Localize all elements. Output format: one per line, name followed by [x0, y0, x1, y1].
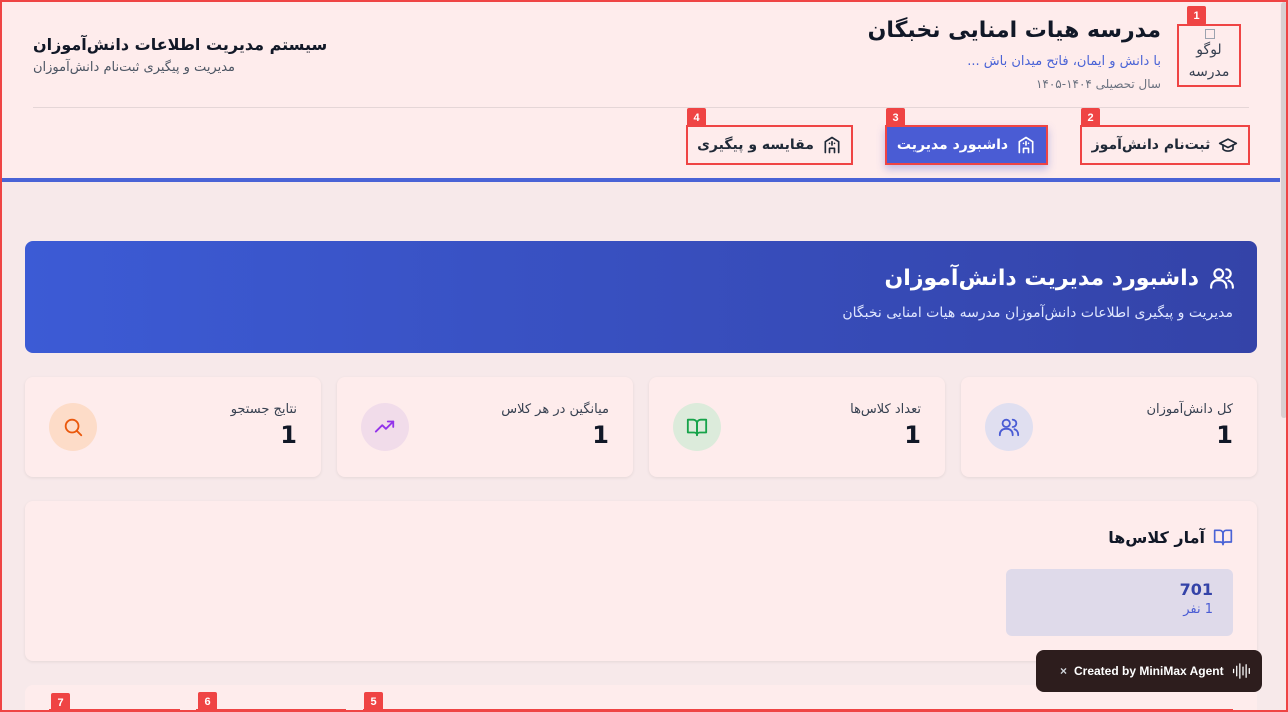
nav-register-label: ثبت‌نام دانش‌آموز	[1091, 137, 1211, 153]
system-title: سیستم مدیریت اطلاعات دانش‌آموزان	[33, 35, 328, 54]
badge-text: Created by MiniMax Agent	[1074, 664, 1224, 678]
school-name: مدرسه هیات امنایی نخبگان	[867, 18, 1161, 43]
users-icon	[998, 418, 1020, 437]
stat-value: 1	[1216, 421, 1233, 449]
logo-alt-text: لوگو مدرسه	[1188, 42, 1230, 80]
marker-5: 5	[364, 692, 383, 711]
banner-title: داشبورد مدیریت دانش‌آموزان	[885, 265, 1235, 291]
school-logo: لوگو مدرسه	[1177, 24, 1241, 87]
stat-value: 1	[280, 421, 297, 449]
nav-register-button[interactable]: ثبت‌نام دانش‌آموز	[1080, 125, 1250, 165]
stat-label: میانگین در هر کلاس	[501, 402, 609, 417]
school-motto: با دانش و ایمان، فاتح میدان باش ...	[967, 54, 1161, 69]
stat-card-class-count: تعداد کلاس‌ها 1	[649, 377, 945, 477]
header-divider	[33, 107, 1249, 108]
stat-icon-wrap	[49, 403, 97, 451]
stat-card-average-per-class: میانگین در هر کلاس 1	[337, 377, 633, 477]
dashboard-banner: داشبورد مدیریت دانش‌آموزان مدیریت و پیگی…	[25, 241, 1257, 353]
marker-1: 1	[1187, 6, 1206, 25]
academic-year: سال تحصیلی ۱۴۰۴-۱۴۰۵	[1035, 77, 1161, 91]
school-building-icon	[824, 136, 840, 154]
book-open-icon	[686, 418, 708, 437]
class-stats-title-text: آمار کلاس‌ها	[1108, 527, 1205, 547]
close-icon[interactable]: ×	[1060, 664, 1067, 678]
class-chip[interactable]: 701 1 نفر	[1006, 569, 1233, 636]
class-number: 701	[1179, 580, 1213, 599]
scrollbar[interactable]	[1281, 2, 1287, 418]
stat-card-search-results: نتایج جستجو 1	[25, 377, 321, 477]
stat-value: 1	[904, 421, 921, 449]
users-icon	[1210, 268, 1234, 289]
stat-label: نتایج جستجو	[230, 402, 297, 417]
stat-label: تعداد کلاس‌ها	[850, 402, 921, 417]
banner-title-text: داشبورد مدیریت دانش‌آموزان	[884, 265, 1199, 291]
search-icon	[64, 418, 83, 437]
stat-card-total-students: کل دانش‌آموزان 1	[961, 377, 1257, 477]
graduation-cap-icon	[1219, 138, 1238, 152]
broken-image-icon	[1205, 29, 1215, 39]
school-building-icon	[1018, 136, 1034, 154]
marker-2: 2	[1081, 108, 1100, 127]
header: لوگو مدرسه مدرسه هیات امنایی نخبگان با د…	[2, 2, 1280, 182]
stat-icon-wrap	[673, 403, 721, 451]
marker-4: 4	[687, 108, 706, 127]
system-subtitle: مدیریت و پیگیری ثبت‌نام دانش‌آموزان	[33, 60, 236, 75]
class-student-count: 1 نفر	[1183, 602, 1213, 617]
stat-value: 1	[592, 421, 609, 449]
marker-6: 6	[198, 692, 217, 711]
marker-7: 7	[51, 693, 70, 712]
trending-up-icon	[374, 420, 395, 433]
book-open-icon	[1213, 529, 1233, 546]
nav-compare-button[interactable]: مقایسه و پیگیری	[686, 125, 853, 165]
stat-icon-wrap	[361, 403, 409, 451]
nav-dashboard-button[interactable]: داشبورد مدیریت	[885, 125, 1048, 165]
stat-label: کل دانش‌آموزان	[1146, 402, 1234, 417]
nav-compare-label: مقایسه و پیگیری	[697, 137, 814, 153]
nav-dashboard-label: داشبورد مدیریت	[896, 137, 1009, 153]
marker-3: 3	[886, 108, 905, 127]
stat-icon-wrap	[985, 403, 1033, 451]
minimax-agent-badge[interactable]: × Created by MiniMax Agent	[1036, 650, 1262, 692]
class-stats-panel: آمار کلاس‌ها 701 1 نفر	[25, 501, 1257, 661]
soundwave-logo-icon	[1232, 663, 1250, 679]
class-stats-title: آمار کلاس‌ها	[1108, 527, 1233, 547]
banner-subtitle: مدیریت و پیگیری اطلاعات دانش‌آموزان مدرس…	[842, 305, 1233, 321]
